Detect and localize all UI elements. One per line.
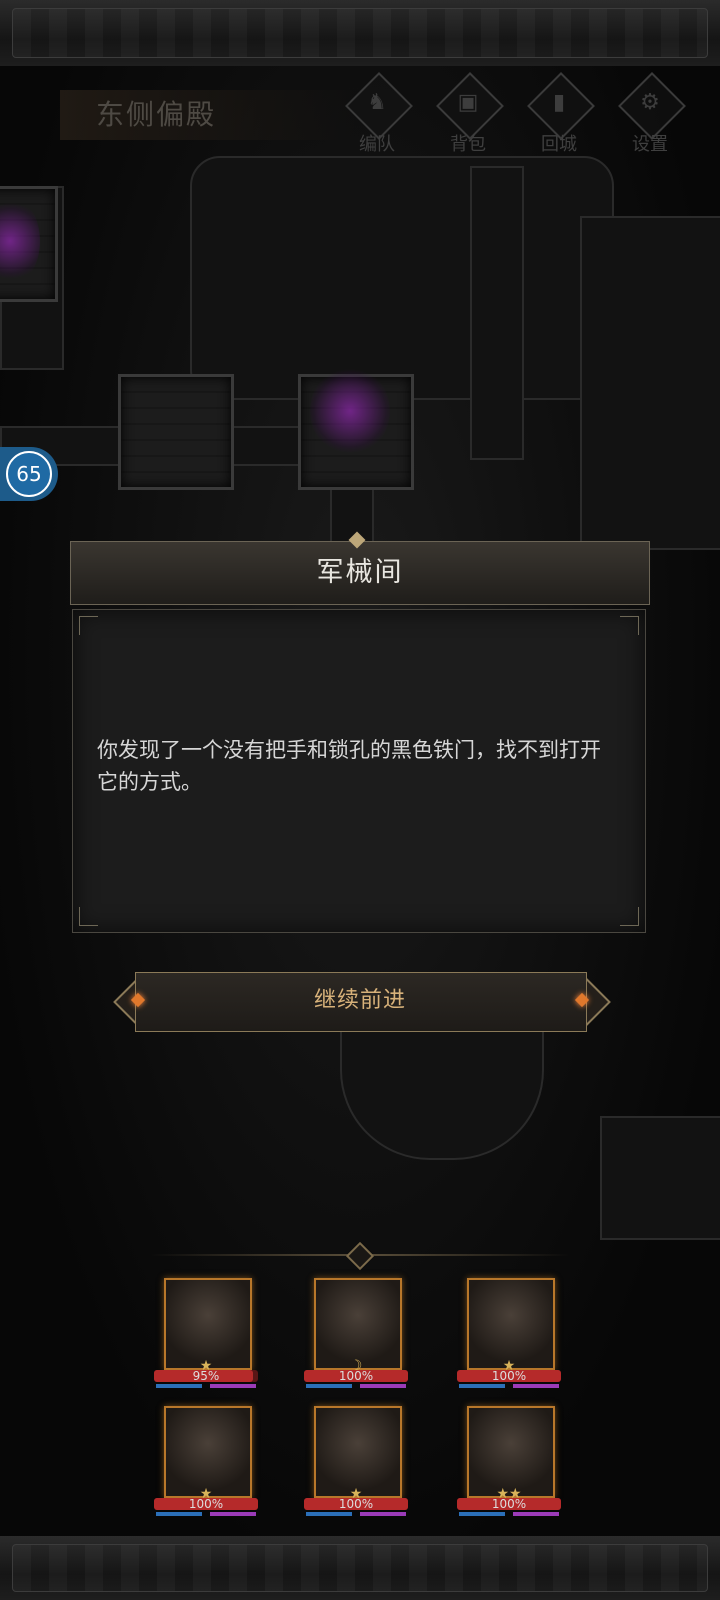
helmet-icon: ♞	[367, 90, 387, 115]
hero-portrait[interactable]	[314, 1406, 402, 1498]
mana-bar-blue	[156, 1384, 202, 1388]
bag-button[interactable]: ▣ 背包	[434, 72, 508, 158]
hero-portrait[interactable]	[164, 1278, 252, 1370]
hero-card[interactable]: ★ 100%	[300, 1406, 412, 1524]
dialog-title: 军械间	[316, 557, 404, 588]
hero-card[interactable]: ★ 100%	[453, 1278, 565, 1396]
bottom-frame	[0, 1534, 720, 1600]
hp-text: 100%	[338, 1369, 374, 1383]
player-marker	[310, 366, 390, 456]
hero-portrait[interactable]	[467, 1406, 555, 1498]
badge-value: 65	[6, 451, 52, 497]
dialog-text: 你发现了一个没有把手和锁孔的黑色铁门，找不到打开它的方式。	[97, 738, 601, 794]
hp-text: 100%	[188, 1497, 224, 1511]
hero-portrait[interactable]	[467, 1278, 555, 1370]
mana-bar-purple	[360, 1384, 406, 1388]
mana-bar-purple	[210, 1384, 256, 1388]
hero-card[interactable]: ★★ 100%	[453, 1406, 565, 1524]
hp-text: 100%	[338, 1497, 374, 1511]
hero-portrait[interactable]	[314, 1278, 402, 1370]
mana-bar-purple	[513, 1512, 559, 1516]
bag-icon: ▣	[457, 90, 479, 115]
formation-label: 编队	[359, 134, 395, 155]
mana-bars	[459, 1512, 559, 1516]
settings-label: 设置	[632, 134, 668, 155]
continue-label: 继续前进	[313, 988, 406, 1013]
return-city-label: 回城	[541, 134, 577, 155]
mana-bar-purple	[513, 1384, 559, 1388]
mana-bar-blue	[156, 1512, 202, 1516]
hp-text: 100%	[491, 1369, 527, 1383]
top-frame	[0, 0, 720, 68]
formation-button[interactable]: ♞ 编队	[343, 72, 417, 158]
hero-card[interactable]: ★ 100%	[150, 1406, 262, 1524]
hp-text: 95%	[192, 1369, 220, 1383]
mana-bar-purple	[210, 1512, 256, 1516]
mana-bar-purple	[360, 1512, 406, 1516]
mana-bar-blue	[306, 1384, 352, 1388]
side-badge[interactable]: 65	[0, 447, 58, 501]
mana-bar-blue	[459, 1512, 505, 1516]
hero-card[interactable]: ☽ 100%	[300, 1278, 412, 1396]
door-icon: ▮	[552, 90, 566, 115]
location-title: 东侧偏殿	[60, 90, 356, 140]
mana-bars	[156, 1512, 256, 1516]
dialog-header: 军械间	[70, 541, 650, 605]
gear-icon: ⚙	[640, 90, 660, 115]
mana-bars	[306, 1512, 406, 1516]
mana-bar-blue	[459, 1384, 505, 1388]
mana-bars	[459, 1384, 559, 1388]
continue-button[interactable]: 继续前进	[113, 968, 611, 1034]
bag-label: 背包	[450, 134, 486, 155]
settings-button[interactable]: ⚙ 设置	[616, 72, 690, 158]
mana-bar-blue	[306, 1512, 352, 1516]
hp-text: 100%	[491, 1497, 527, 1511]
hero-card[interactable]: ★ 95%	[150, 1278, 262, 1396]
map-room[interactable]	[118, 374, 234, 490]
mana-bars	[306, 1384, 406, 1388]
return-city-button[interactable]: ▮ 回城	[525, 72, 599, 158]
hero-portrait[interactable]	[164, 1406, 252, 1498]
mana-bars	[156, 1384, 256, 1388]
